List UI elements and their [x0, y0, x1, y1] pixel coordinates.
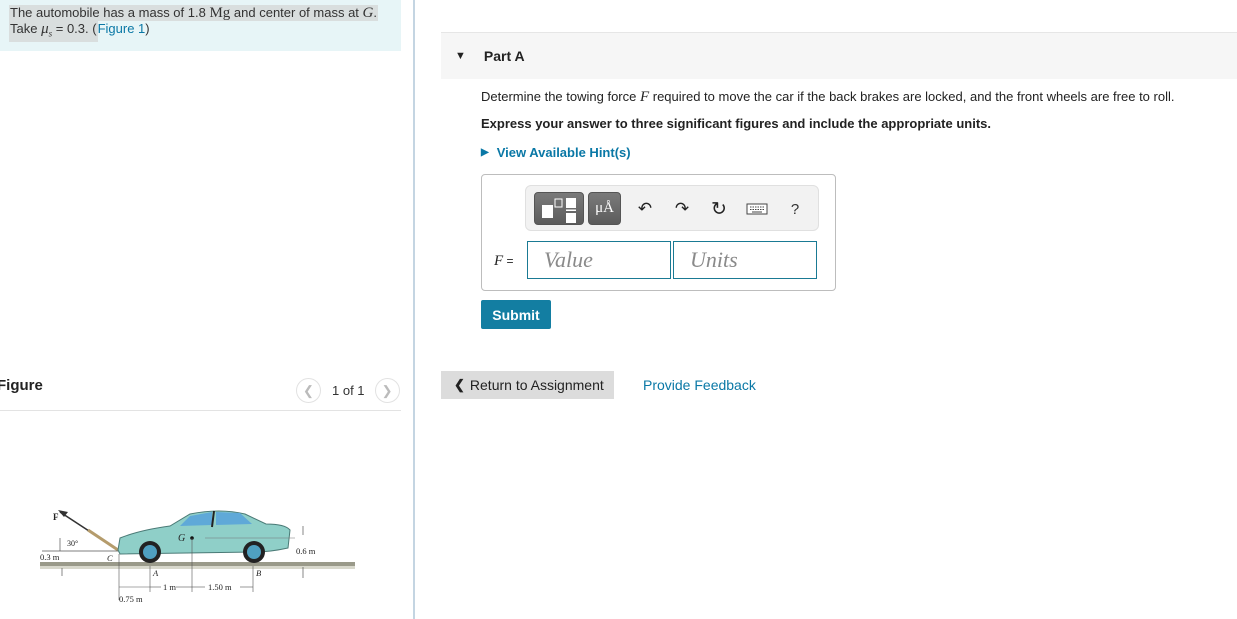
chevron-left-icon: ❮ [454, 377, 465, 392]
car-diagram: F 30° 0.3 m C A B G 0.6 m 0.75 m 1 m 1.5… [40, 510, 355, 604]
templates-icon [542, 198, 576, 223]
problem-line-1: The automobile has a mass of 1.8 Mg and … [9, 5, 378, 21]
column-divider [413, 0, 415, 619]
ground [40, 562, 355, 566]
part-title: Part A [483, 48, 525, 64]
problem-statement: The automobile has a mass of 1.8 Mg and … [0, 0, 401, 51]
help-icon: ? [790, 200, 800, 218]
mu-symbol: μ [41, 21, 49, 37]
figure-link[interactable]: Figure 1 [98, 21, 146, 36]
question-text: Determine the towing force F required to… [481, 89, 1175, 105]
label-dim-ca: 0.75 m [119, 594, 143, 604]
mass-unit: Mg [209, 5, 231, 21]
figure-count: 1 of 1 [332, 383, 365, 398]
answer-box: μÅ ↶ ↷ ↻ ? F = Value Units [481, 174, 836, 291]
submit-button[interactable]: Submit [481, 300, 551, 329]
keyboard-icon [746, 203, 768, 215]
answer-variable-label: F = [494, 253, 514, 269]
templates-button[interactable] [534, 192, 584, 225]
chevron-left-icon: ❮ [303, 382, 314, 398]
problem-line-2: Take μs = 0.3. ( [9, 21, 98, 42]
undo-button[interactable]: ↶ [634, 198, 656, 220]
label-c: C [107, 553, 113, 563]
figure-divider [0, 410, 401, 411]
label-dim-ag: 1 m [163, 582, 176, 592]
reset-icon: ↻ [711, 198, 727, 220]
redo-button[interactable]: ↷ [671, 198, 693, 220]
label-angle: 30° [67, 539, 78, 548]
label-height-c: 0.3 m [40, 552, 60, 562]
help-button[interactable]: ? [784, 198, 806, 220]
figure-title: Figure [0, 377, 43, 394]
next-figure-button[interactable]: ❯ [374, 378, 400, 403]
units-input[interactable]: Units [673, 241, 817, 279]
label-height-g: 0.6 m [296, 546, 316, 556]
view-hints-link[interactable]: ▶ View Available Hint(s) [481, 145, 631, 160]
label-a: A [152, 568, 159, 578]
chevron-right-icon: ❯ [381, 382, 393, 398]
undo-icon: ↶ [637, 199, 653, 218]
units-button[interactable]: μÅ [588, 192, 621, 225]
provide-feedback-link[interactable]: Provide Feedback [643, 377, 756, 393]
keyboard-button[interactable] [746, 198, 768, 220]
prev-figure-button[interactable]: ❮ [296, 378, 321, 403]
value-input[interactable]: Value [527, 241, 671, 279]
part-a-header[interactable]: ▼ Part A [441, 32, 1237, 79]
return-to-assignment-button[interactable]: ❮ Return to Assignment [441, 371, 614, 399]
left-panel: The automobile has a mass of 1.8 Mg and … [0, 0, 414, 619]
instruction-text: Express your answer to three significant… [481, 116, 991, 131]
redo-icon: ↷ [674, 199, 690, 218]
center-symbol: G [362, 5, 374, 21]
label-dim-gb: 1.50 m [208, 582, 232, 592]
figure-pager: ❮ 1 of 1 ❯ [296, 378, 400, 403]
reset-button[interactable]: ↻ [708, 198, 730, 220]
label-g: G [178, 533, 185, 544]
label-force: F [53, 512, 59, 522]
triangle-right-icon: ▶ [481, 147, 489, 158]
math-toolbar: μÅ ↶ ↷ ↻ ? [525, 185, 819, 231]
label-b: B [256, 568, 261, 578]
units-icon: μÅ [595, 200, 614, 216]
triangle-down-icon: ▼ [455, 50, 466, 62]
